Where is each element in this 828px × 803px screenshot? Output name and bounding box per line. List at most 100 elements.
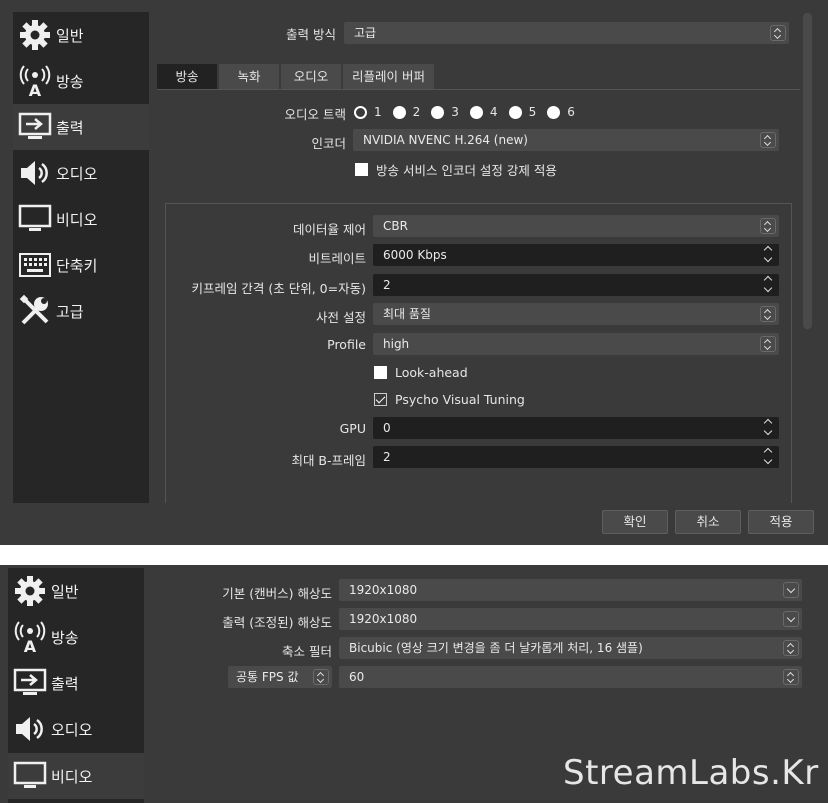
radio-label: 3	[451, 105, 459, 119]
checkbox-icon	[374, 366, 387, 379]
sidebar-item-general[interactable]: 일반	[8, 568, 144, 614]
lookahead-checkbox[interactable]: Look-ahead	[374, 365, 468, 380]
radio-selected-icon	[354, 105, 367, 119]
audio-track-radio-3[interactable]: 3	[431, 105, 459, 119]
checkbox-icon	[355, 163, 368, 176]
radio-label: 2	[412, 105, 421, 119]
base-resolution-select[interactable]: 1920x1080	[339, 579, 802, 601]
gpu-spinbox[interactable]: 0	[373, 417, 779, 439]
radio-icon	[508, 105, 522, 119]
sidebar-item-stream[interactable]: A 방송	[13, 58, 149, 104]
rate-control-select[interactable]: CBR	[373, 215, 779, 237]
sidebar-item-hotkeys[interactable]: 단축키	[13, 242, 149, 288]
sidebar-item-label: 단축키	[56, 256, 98, 275]
sidebar-item-output[interactable]: 출력	[8, 660, 144, 706]
checkbox-label: Psycho Visual Tuning	[395, 392, 525, 407]
sidebar-item-general[interactable]: 일반	[13, 12, 149, 58]
preset-select[interactable]: 최대 품질	[373, 303, 779, 325]
updown-arrows-icon	[783, 640, 799, 656]
bitrate-spinbox[interactable]: 6000 Kbps	[373, 244, 779, 266]
audio-track-radio-6[interactable]: 6	[547, 105, 575, 119]
watermark-text: StreamLabs.Kr	[563, 753, 819, 793]
tab-replay-buffer[interactable]: 리플레이 버퍼	[343, 64, 434, 89]
audio-track-radio-2[interactable]: 2	[392, 105, 421, 119]
sidebar-item-label: 비디오	[56, 210, 98, 229]
radio-label: 6	[567, 105, 575, 119]
base-resolution-value: 1920x1080	[349, 583, 418, 597]
updown-arrows-icon	[313, 669, 329, 685]
chevron-up-icon[interactable]	[761, 446, 777, 456]
fps-type-select[interactable]: 공통 FPS 값	[228, 666, 332, 688]
chevron-down-icon	[783, 611, 799, 627]
fps-type-value: 공통 FPS 값	[236, 670, 299, 684]
profile-select[interactable]: high	[373, 333, 779, 355]
audio-track-radios: 1 2 3 4 5 6	[354, 104, 586, 120]
cancel-button[interactable]: 취소	[675, 510, 741, 534]
sidebar-item-label: 오디오	[51, 720, 93, 739]
updown-arrows-icon	[760, 218, 776, 234]
gear-icon	[10, 571, 50, 611]
audio-track-label: 오디오 트랙	[284, 107, 346, 122]
base-resolution-label: 기본 (캔버스) 해상도	[222, 586, 332, 601]
downscale-filter-value: Bicubic (영상 크기 변경을 좀 더 날카롭게 처리, 16 샘플)	[349, 641, 643, 655]
chevron-down-icon[interactable]	[761, 457, 777, 467]
sidebar-item-video[interactable]: 비디오	[13, 196, 149, 242]
chevron-down-icon[interactable]	[761, 285, 777, 295]
output-mode-label: 출력 방식	[286, 27, 336, 42]
audio-track-radio-5[interactable]: 5	[508, 105, 537, 119]
output-mode-select[interactable]: 고급	[344, 22, 789, 44]
gpu-value: 0	[383, 421, 391, 435]
preset-value: 최대 품질	[383, 307, 431, 321]
apply-button[interactable]: 적용	[748, 510, 814, 534]
sidebar-item-audio[interactable]: 오디오	[8, 706, 144, 752]
updown-arrows-icon	[760, 132, 776, 148]
output-tabs: 방송 녹화 오디오 리플레이 버퍼	[157, 64, 436, 89]
fps-value: 60	[349, 670, 365, 684]
sidebar-item-label: 일반	[51, 582, 79, 601]
keyframe-interval-label: 키프레임 간격 (초 단위, 0=자동)	[191, 281, 366, 296]
audio-track-radio-1[interactable]: 1	[354, 105, 382, 119]
chevron-down-icon	[783, 582, 799, 598]
monitor-icon	[10, 756, 50, 796]
bitrate-label: 비트레이트	[308, 251, 366, 266]
chevron-down-icon[interactable]	[761, 428, 777, 438]
ok-button[interactable]: 확인	[602, 510, 668, 534]
audio-track-radio-4[interactable]: 4	[469, 105, 498, 119]
max-bframes-spinbox[interactable]: 2	[373, 446, 779, 468]
enforce-encoder-checkbox[interactable]: 방송 서비스 인코더 설정 강제 적용	[355, 160, 557, 179]
vertical-scrollbar[interactable]	[803, 13, 812, 329]
updown-arrows-icon	[770, 25, 786, 41]
encoder-select[interactable]: NVIDIA NVENC H.264 (new)	[353, 129, 779, 151]
chevron-up-icon[interactable]	[761, 244, 777, 254]
max-bframes-label: 최대 B-프레임	[291, 453, 366, 468]
updown-arrows-icon	[783, 669, 799, 685]
preset-label: 사전 설정	[316, 310, 366, 325]
sidebar-item-output[interactable]: 출력	[13, 104, 149, 150]
keyframe-interval-spinbox[interactable]: 2	[373, 274, 779, 296]
output-resolution-select[interactable]: 1920x1080	[339, 608, 802, 630]
chevron-down-icon[interactable]	[761, 255, 777, 265]
fps-value-select[interactable]: 60	[339, 666, 802, 688]
radio-icon	[431, 105, 445, 119]
chevron-up-icon[interactable]	[761, 417, 777, 427]
keyboard-icon	[15, 245, 55, 285]
sidebar-item-advanced[interactable]: 고급	[13, 288, 149, 334]
sidebar-item-audio[interactable]: 오디오	[13, 150, 149, 196]
chevron-up-icon[interactable]	[761, 274, 777, 284]
checkbox-label: 방송 서비스 인코더 설정 강제 적용	[376, 163, 557, 178]
tab-stream[interactable]: 방송	[157, 64, 217, 89]
psycho-visual-tuning-checkbox[interactable]: Psycho Visual Tuning	[374, 392, 525, 407]
sidebar-item-label: 일반	[56, 26, 84, 45]
radio-label: 5	[528, 105, 537, 119]
bitrate-value: 6000 Kbps	[383, 248, 447, 262]
downscale-filter-select[interactable]: Bicubic (영상 크기 변경을 좀 더 날카롭게 처리, 16 샘플)	[339, 637, 802, 659]
sidebar-item-label: 방송	[56, 72, 84, 91]
tab-recording[interactable]: 녹화	[219, 64, 279, 89]
sidebar-item-stream[interactable]: A 방송	[8, 614, 144, 660]
output-monitor-icon	[10, 663, 50, 703]
sidebar-item-label: 비디오	[51, 767, 93, 786]
sidebar-item-video[interactable]: 비디오	[8, 753, 144, 799]
output-monitor-icon	[15, 107, 55, 147]
tab-audio[interactable]: 오디오	[281, 64, 341, 89]
keyframe-interval-value: 2	[383, 278, 391, 292]
